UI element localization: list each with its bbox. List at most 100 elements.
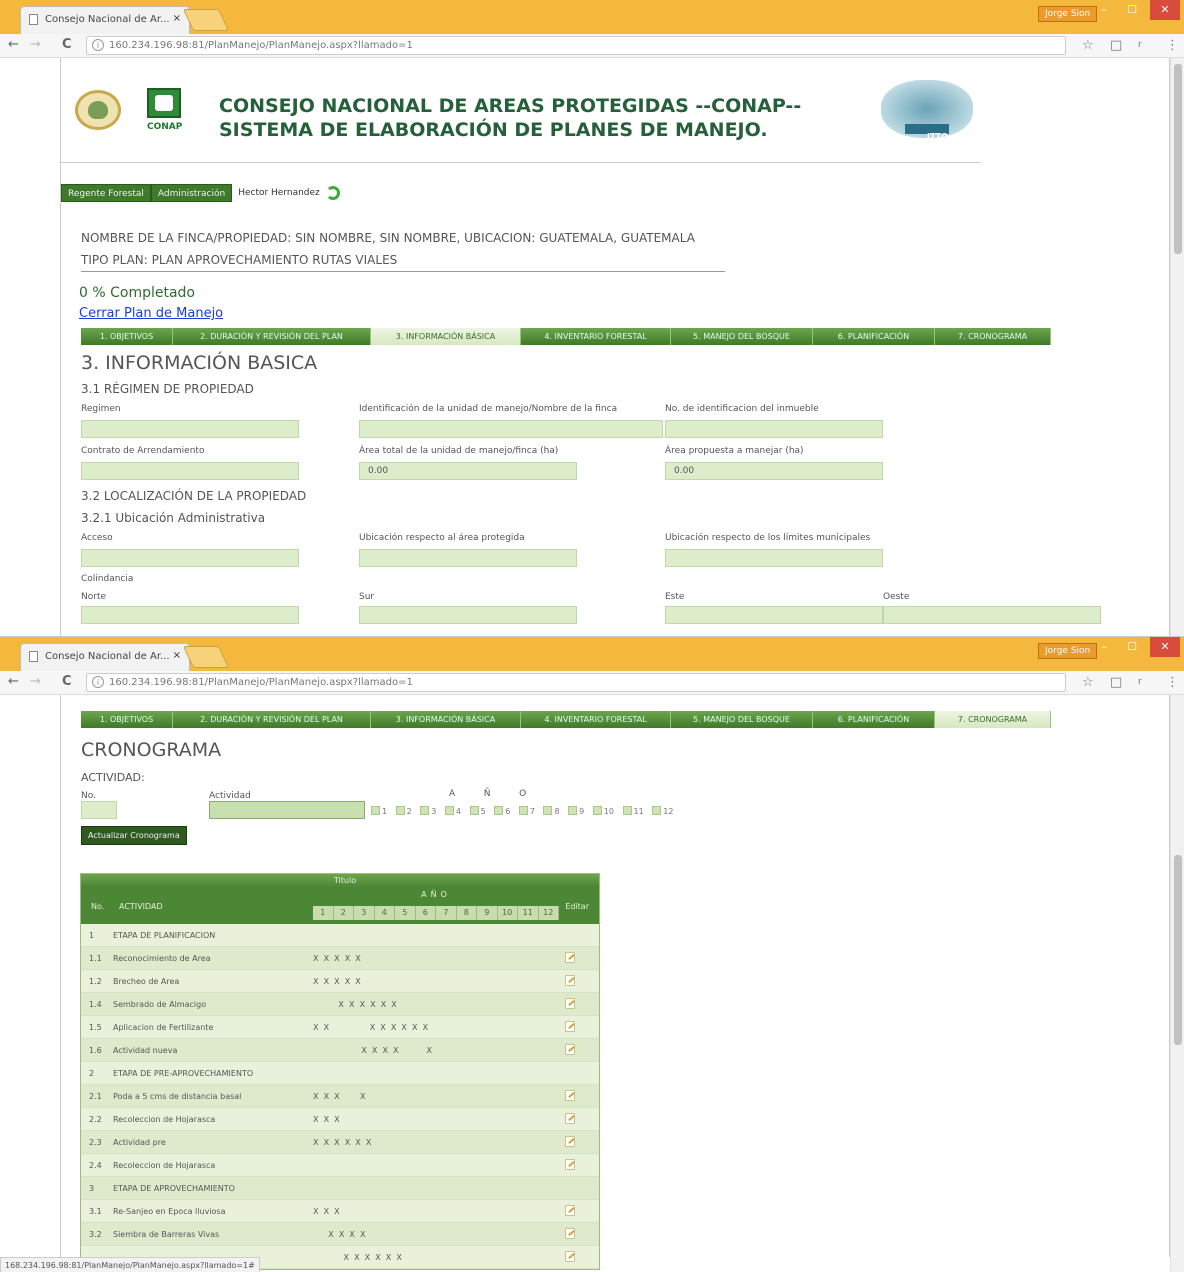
close-window-icon[interactable]: ✕ xyxy=(1150,637,1180,657)
back-icon[interactable]: ← xyxy=(8,37,19,52)
tab-informacion-basica[interactable]: 3. INFORMACIÓN BÁSICA xyxy=(371,711,521,728)
address-bar[interactable]: i 160.234.196.98:81/PlanManejo/PlanManej… xyxy=(86,36,1066,55)
tab-manejo-bosque[interactable]: 5. MANEJO DEL BOSQUE xyxy=(671,711,813,728)
month-checkbox[interactable] xyxy=(652,806,662,815)
section-title: 3. INFORMACIÓN BASICA xyxy=(81,352,318,374)
edit-icon[interactable] xyxy=(565,1205,575,1216)
edit-icon[interactable] xyxy=(565,952,575,963)
tab-cronograma[interactable]: 7. CRONOGRAMA xyxy=(935,711,1051,728)
contrato-field[interactable] xyxy=(81,462,299,480)
row-number: 1.6 xyxy=(89,1046,102,1055)
page-scrollbar[interactable] xyxy=(1170,58,1184,636)
tab-inventario-forestal[interactable]: 4. INVENTARIO FORESTAL xyxy=(521,711,671,728)
bookmark-star-icon[interactable]: ☆ xyxy=(1082,675,1094,690)
logout-icon[interactable] xyxy=(325,186,340,200)
acceso-field[interactable] xyxy=(81,549,299,567)
grid-header-actividad[interactable]: ACTIVIDAD xyxy=(119,902,163,911)
extension-r-icon[interactable]: r xyxy=(1138,40,1142,50)
edit-icon[interactable] xyxy=(565,1090,575,1101)
month-checkbox[interactable] xyxy=(371,806,380,815)
month-checkbox[interactable] xyxy=(518,806,528,815)
regimen-field[interactable] xyxy=(81,420,299,438)
area-total-field[interactable]: 0.00 xyxy=(359,462,577,480)
edit-icon[interactable] xyxy=(565,1021,575,1032)
minimize-icon[interactable]: – xyxy=(1090,637,1118,657)
extension-icon[interactable]: □ xyxy=(1110,675,1122,690)
maximize-icon[interactable]: ☐ xyxy=(1118,0,1146,20)
tab-duracion[interactable]: 2. DURACIÓN Y REVISIÓN DEL PLAN xyxy=(173,328,371,345)
page-scrollbar[interactable] xyxy=(1170,695,1184,1272)
identificacion-field[interactable] xyxy=(359,420,663,438)
este-field[interactable] xyxy=(665,606,883,624)
tab-inventario-forestal[interactable]: 4. INVENTARIO FORESTAL xyxy=(521,328,671,345)
month-checkbox[interactable] xyxy=(494,806,504,815)
back-icon[interactable]: ← xyxy=(8,674,19,689)
tab-close-icon[interactable]: × xyxy=(173,13,181,24)
month-checkbox[interactable] xyxy=(622,806,632,815)
tab-close-icon[interactable]: × xyxy=(173,650,181,661)
edit-icon[interactable] xyxy=(565,1113,575,1124)
row-activity: Siembra de Barreras Vivas xyxy=(113,1230,220,1239)
profile-badge[interactable]: Jorge Sion xyxy=(1038,6,1098,22)
area-propuesta-field[interactable]: 0.00 xyxy=(665,462,883,480)
reload-icon[interactable]: C xyxy=(62,674,72,689)
update-cronograma-button[interactable]: Actualizar Cronograma xyxy=(81,826,187,845)
forward-icon[interactable]: → xyxy=(30,674,41,689)
menu-icon[interactable]: ⋮ xyxy=(1166,675,1179,690)
edit-icon[interactable] xyxy=(565,998,575,1009)
scrollbar-thumb[interactable] xyxy=(1174,855,1182,1045)
norte-field[interactable] xyxy=(81,606,299,624)
ubicacion-limites-field[interactable] xyxy=(665,549,883,567)
edit-icon[interactable] xyxy=(565,975,575,986)
menu-administracion[interactable]: Administración xyxy=(150,184,233,202)
tab-objetivos[interactable]: 1. OBJETIVOS xyxy=(81,711,173,728)
actividad-field[interactable] xyxy=(209,801,365,819)
ubicacion-area-field[interactable] xyxy=(359,549,577,567)
guatemala-coat-of-arms-logo xyxy=(75,90,121,130)
month-checkbox[interactable] xyxy=(469,806,479,815)
month-checkbox[interactable] xyxy=(395,806,405,815)
forward-icon[interactable]: → xyxy=(30,37,41,52)
close-window-icon[interactable]: ✕ xyxy=(1150,0,1180,20)
extension-icon[interactable]: □ xyxy=(1110,38,1122,53)
anio-letters: A Ñ O xyxy=(449,789,527,799)
month-checkbox[interactable] xyxy=(568,806,578,815)
extension-r-icon[interactable]: r xyxy=(1138,677,1142,687)
no-identificacion-field[interactable] xyxy=(665,420,883,438)
month-checkbox[interactable] xyxy=(444,806,454,815)
edit-icon[interactable] xyxy=(565,1251,575,1262)
oeste-field[interactable] xyxy=(883,606,1101,624)
scrollbar-thumb[interactable] xyxy=(1174,64,1182,254)
tab-objetivos[interactable]: 1. OBJETIVOS xyxy=(81,328,173,345)
edit-icon[interactable] xyxy=(565,1228,575,1239)
info-icon[interactable]: i xyxy=(92,676,104,688)
month-checkbox[interactable] xyxy=(543,806,553,815)
regimen-label: Regimen xyxy=(81,404,121,414)
bookmark-star-icon[interactable]: ☆ xyxy=(1082,38,1094,53)
edit-icon[interactable] xyxy=(565,1136,575,1147)
profile-badge[interactable]: Jorge Sion xyxy=(1038,643,1098,659)
close-plan-link[interactable]: Cerrar Plan de Manejo xyxy=(79,306,223,321)
tab-manejo-bosque[interactable]: 5. MANEJO DEL BOSQUE xyxy=(671,328,813,345)
month-checkbox[interactable] xyxy=(592,806,602,815)
tab-duracion[interactable]: 2. DURACIÓN Y REVISIÓN DEL PLAN xyxy=(173,711,371,728)
tab-planificacion[interactable]: 6. PLANIFICACIÓN xyxy=(813,711,935,728)
sur-field[interactable] xyxy=(359,606,577,624)
edit-icon[interactable] xyxy=(565,1159,575,1170)
row-activity: Poda a 5 cms de distancia basal xyxy=(113,1092,242,1101)
maximize-icon[interactable]: ☐ xyxy=(1118,637,1146,657)
minimize-icon[interactable]: – xyxy=(1090,0,1118,20)
info-icon[interactable]: i xyxy=(92,39,104,51)
tab-planificacion[interactable]: 6. PLANIFICACIÓN xyxy=(813,328,935,345)
reload-icon[interactable]: C xyxy=(62,37,72,52)
month-checkbox[interactable] xyxy=(420,806,430,815)
address-bar[interactable]: i 160.234.196.98:81/PlanManejo/PlanManej… xyxy=(86,673,1066,692)
browser-tab[interactable]: Consejo Nacional de Ar... × xyxy=(20,6,190,34)
edit-icon[interactable] xyxy=(565,1044,575,1055)
tab-cronograma[interactable]: 7. CRONOGRAMA xyxy=(935,328,1051,345)
browser-tab[interactable]: Consejo Nacional de Ar... × xyxy=(20,643,190,671)
tab-informacion-basica[interactable]: 3. INFORMACIÓN BÁSICA xyxy=(371,328,521,345)
no-field[interactable] xyxy=(81,801,117,819)
menu-regente-forestal[interactable]: Regente Forestal xyxy=(61,184,151,202)
menu-icon[interactable]: ⋮ xyxy=(1166,38,1179,53)
